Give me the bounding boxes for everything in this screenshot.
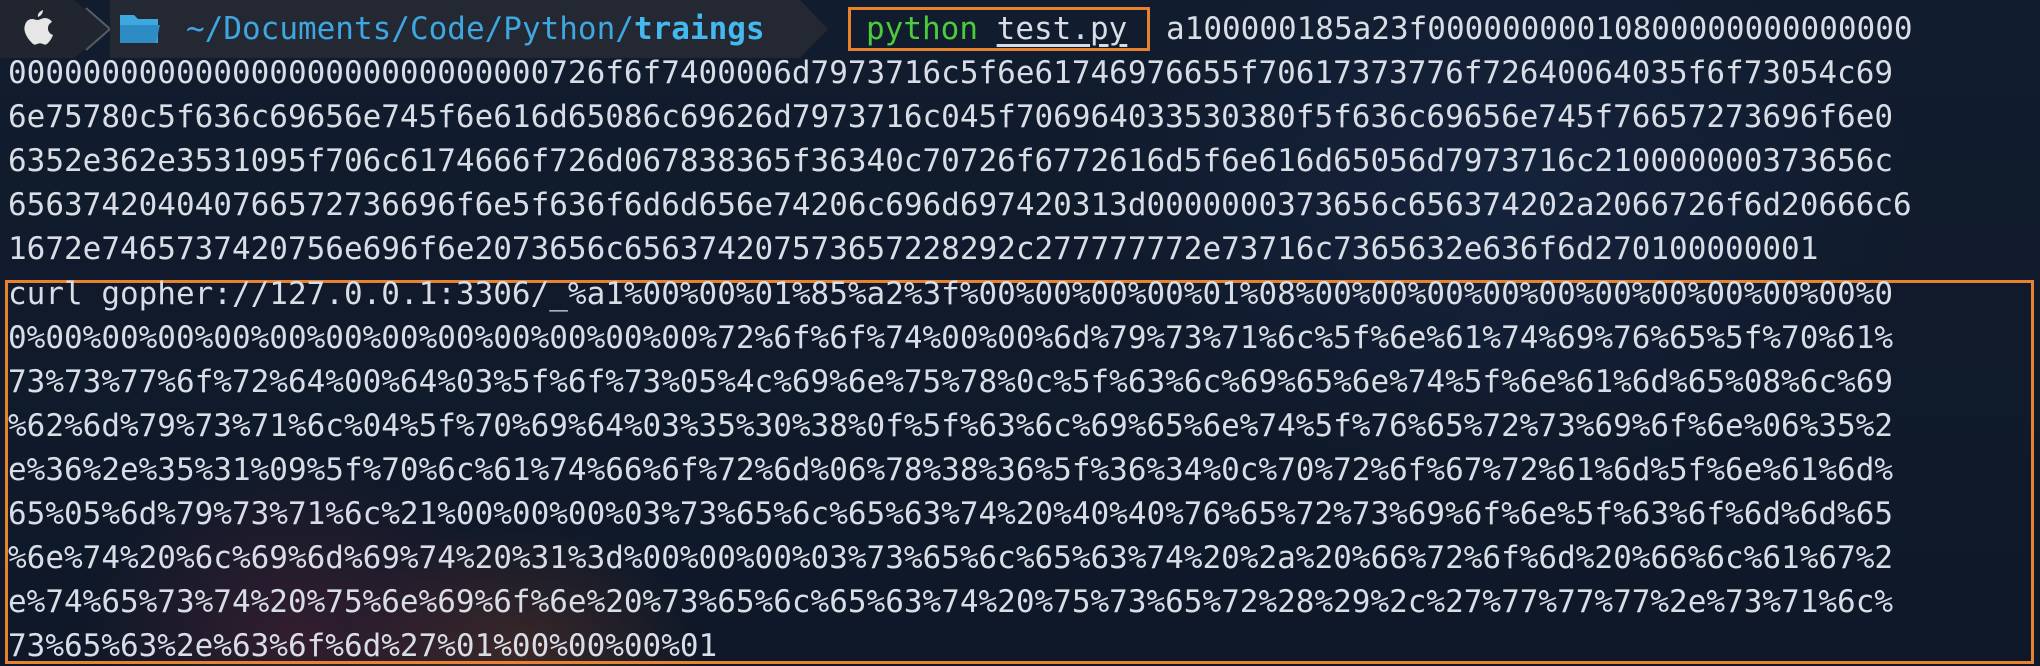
curl-line-7: %6e%74%20%6c%69%6d%69%74%20%31%3d%00%00%… bbox=[8, 540, 1894, 576]
hex-output-line-5: 1672e7465737420756e696f6e2073656c6563742… bbox=[8, 231, 1819, 267]
curl-line-9: 73%65%63%2e%63%6f%6d%27%01%00%00%00%01 bbox=[8, 628, 718, 664]
terminal-window[interactable]: ~/Documents/Code/Python/traings python t… bbox=[0, 0, 2040, 666]
curl-line-5: e%36%2e%35%31%09%5f%70%6c%61%74%66%6f%72… bbox=[8, 452, 1894, 488]
hex-output-line-1: 00000000000000000000000000000726f6f74000… bbox=[8, 55, 1894, 91]
path-prefix: ~/Documents/Code/Python/ bbox=[186, 11, 634, 47]
folder-icon bbox=[120, 15, 160, 43]
current-directory: traings bbox=[633, 11, 765, 47]
command-line[interactable]: python test.py bbox=[866, 9, 1127, 49]
hex-output-line-3: 6352e362e3531095f706c6174666f726d0678383… bbox=[8, 143, 1894, 179]
command-executable: python bbox=[866, 11, 978, 47]
prompt-path: ~/Documents/Code/Python/traings bbox=[186, 9, 765, 49]
hex-output-line-2: 6e75780c5f636c69656e745f6e616d65086c6962… bbox=[8, 99, 1894, 135]
curl-line-1: curl gopher://127.0.0.1:3306/_%a1%00%00%… bbox=[8, 276, 1894, 312]
curl-line-3: 73%73%77%6f%72%64%00%64%03%5f%6f%73%05%4… bbox=[8, 364, 1894, 400]
apple-icon bbox=[24, 10, 53, 45]
command-argument: test.py bbox=[996, 11, 1128, 47]
prompt-bar: ~/Documents/Code/Python/traings python t… bbox=[0, 0, 2040, 58]
hex-output-line-4: 656374204040766572736696f6e5f636f6d6d656… bbox=[8, 187, 1912, 223]
prompt-os-segment bbox=[0, 0, 74, 58]
curl-line-2: 0%00%00%00%00%00%00%00%00%00%00%00%00%72… bbox=[8, 320, 1894, 356]
curl-line-6: 65%05%6d%79%73%71%6c%21%00%00%00%03%73%6… bbox=[8, 496, 1894, 532]
curl-line-4: %62%6d%79%73%71%6c%04%5f%70%69%64%03%35%… bbox=[8, 408, 1894, 444]
output-first-line: a100000185a23f00000000010800000000000000 bbox=[1166, 11, 1913, 47]
prompt-end-separator-icon bbox=[800, 0, 828, 58]
curl-line-8: e%74%65%73%74%20%75%6e%69%6f%6e%20%73%65… bbox=[8, 584, 1894, 620]
